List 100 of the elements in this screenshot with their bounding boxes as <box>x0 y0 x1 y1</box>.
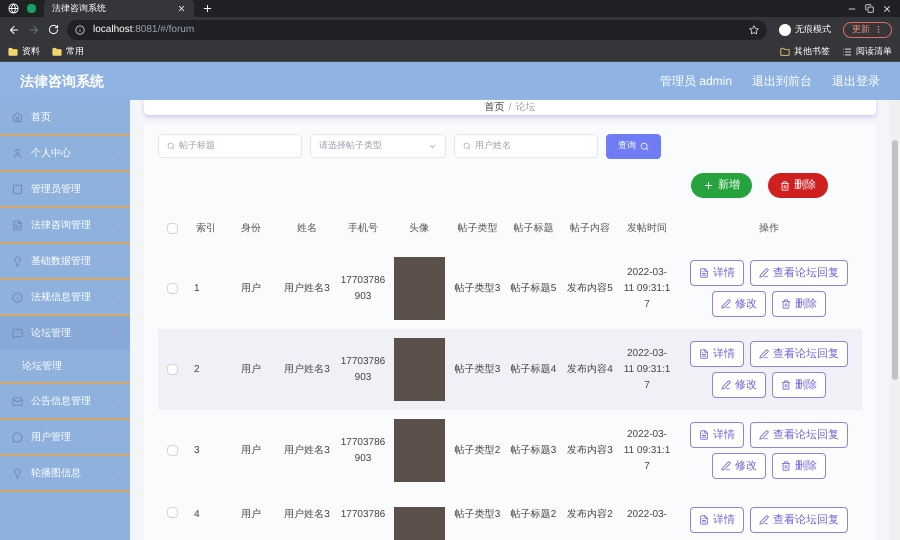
sidebar-item[interactable]: 论坛管理 <box>0 316 130 350</box>
pencil-icon <box>759 515 769 525</box>
row-action-button[interactable]: 详情 <box>690 422 744 448</box>
table-cell-text: 3 <box>193 444 201 458</box>
table-cell-text: 帖子标题3 <box>510 444 558 458</box>
pencil-icon <box>759 430 769 440</box>
table-cell-text: 用户 <box>240 282 262 296</box>
reload-icon[interactable] <box>48 24 59 35</box>
row-action-button[interactable]: 详情 <box>690 507 744 533</box>
checkbox[interactable] <box>166 445 178 456</box>
table-cell-text: 帖子标题4 <box>510 362 558 377</box>
type-select[interactable]: 请选择帖子类型 <box>310 134 446 158</box>
checkbox[interactable] <box>166 283 178 294</box>
update-button[interactable]: 更新 <box>843 22 892 38</box>
document-icon <box>699 268 709 278</box>
document-icon <box>699 515 709 525</box>
star-icon[interactable] <box>749 24 759 34</box>
search-field[interactable]: 帖子标题 <box>158 134 302 158</box>
column-header: 帖子类型 <box>456 222 498 236</box>
avatar-placeholder <box>394 419 444 482</box>
bookmark[interactable]: 常用 <box>52 44 84 58</box>
column-header: 索引 <box>195 222 217 236</box>
folder-icon <box>780 46 790 56</box>
menu-icon <box>12 220 23 230</box>
table-cell-text: 2022-03- <box>626 508 668 522</box>
row-action-button[interactable]: 删除 <box>772 453 826 479</box>
globe-icon <box>8 3 19 14</box>
column-header: 头像 <box>408 222 430 236</box>
scrollbar-thumb[interactable] <box>892 140 898 380</box>
menu-icon <box>12 292 23 302</box>
browser-tab[interactable]: 法律咨询系统 <box>44 0 194 17</box>
bookmark[interactable]: 资料 <box>8 44 40 58</box>
checkbox[interactable] <box>166 222 178 234</box>
table-cell-text: 2 <box>193 363 201 377</box>
plus-icon <box>703 180 714 191</box>
back-icon[interactable] <box>8 24 20 36</box>
search-field[interactable]: 用户姓名 <box>454 134 598 158</box>
address-bar[interactable]: localhost:8081/#/forum <box>67 20 767 40</box>
avatar-placeholder <box>394 257 444 320</box>
row-action-button[interactable]: 删除 <box>772 372 826 398</box>
breadcrumb-separator: / <box>508 101 512 115</box>
checkbox[interactable] <box>166 364 178 375</box>
row-action-button[interactable]: 查看论坛回复 <box>750 422 848 448</box>
url-text: localhost:8081/#/forum <box>93 23 194 37</box>
query-button[interactable]: 查询 <box>606 134 661 158</box>
pencil-icon <box>721 299 731 309</box>
table-cell-text: 用户 <box>240 444 262 458</box>
document-icon <box>699 349 709 359</box>
table-cell-text: 用户 <box>240 508 262 522</box>
table-cell-text: 帖子标题5 <box>510 282 558 296</box>
row-action-button[interactable]: 查看论坛回复 <box>750 341 848 367</box>
menu-icon <box>12 256 23 266</box>
menu-icon <box>12 396 23 406</box>
row-action-button[interactable]: 修改 <box>712 372 766 398</box>
table-cell-text: 1 <box>193 282 201 296</box>
column-header: 帖子内容 <box>569 222 611 236</box>
menu-icon <box>12 148 23 158</box>
close-window-icon[interactable] <box>882 4 892 14</box>
trash-icon <box>781 380 791 390</box>
info-icon <box>75 24 85 34</box>
trash-icon <box>781 461 791 471</box>
table-cell-text: 发布内容4 <box>566 362 614 377</box>
row-action-button[interactable]: 详情 <box>690 341 744 367</box>
pencil-icon <box>759 349 769 359</box>
row-action-button[interactable]: 详情 <box>690 260 744 286</box>
pencil-icon <box>721 380 731 390</box>
close-icon[interactable] <box>177 4 186 13</box>
forward-icon[interactable] <box>28 24 40 36</box>
app-title: 法律咨询系统 <box>20 72 104 90</box>
table-cell-text: 帖子类型3 <box>454 282 502 296</box>
bookmark[interactable]: 其他书签 <box>780 44 830 58</box>
table-cell-text: 用户姓名3 <box>283 444 331 458</box>
table-cell-text: 发布内容2 <box>566 508 614 522</box>
menu-icon <box>12 432 23 442</box>
trash-icon <box>780 180 790 190</box>
table-cell-text: 帖子标题2 <box>510 508 558 522</box>
new-tab-icon[interactable] <box>202 3 213 14</box>
checkbox[interactable] <box>166 507 178 518</box>
delete-button[interactable]: 删除 <box>768 173 828 198</box>
column-header: 手机号 <box>347 222 379 236</box>
row-action-button[interactable]: 修改 <box>712 453 766 479</box>
table-cell-text: 2022-03- 11 09:31:1 7 <box>622 428 672 474</box>
add-button[interactable]: 新增 <box>691 173 752 198</box>
row-action-button[interactable]: 查看论坛回复 <box>750 260 848 286</box>
search-icon <box>640 142 649 150</box>
table-cell-text: 发布内容5 <box>566 282 614 296</box>
row-action-button[interactable]: 删除 <box>772 291 826 317</box>
breadcrumb-link[interactable]: 首页 <box>484 100 505 115</box>
table-cell-text: 发布内容3 <box>566 444 614 458</box>
table-cell-text: 17703786 903 <box>340 274 386 304</box>
avatar-placeholder <box>394 338 444 401</box>
restore-icon[interactable] <box>865 4 874 13</box>
menu-icon <box>12 184 23 194</box>
row-action-button[interactable]: 修改 <box>712 291 766 317</box>
row-action-button[interactable]: 查看论坛回复 <box>750 507 848 533</box>
table-cell-text: 用户 <box>240 362 262 377</box>
bookmark[interactable]: 阅读清单 <box>842 44 892 58</box>
table-cell-text: 帖子类型3 <box>454 508 502 522</box>
folder-icon <box>8 46 18 56</box>
profile-chip[interactable]: 无痕模式 <box>775 22 835 36</box>
